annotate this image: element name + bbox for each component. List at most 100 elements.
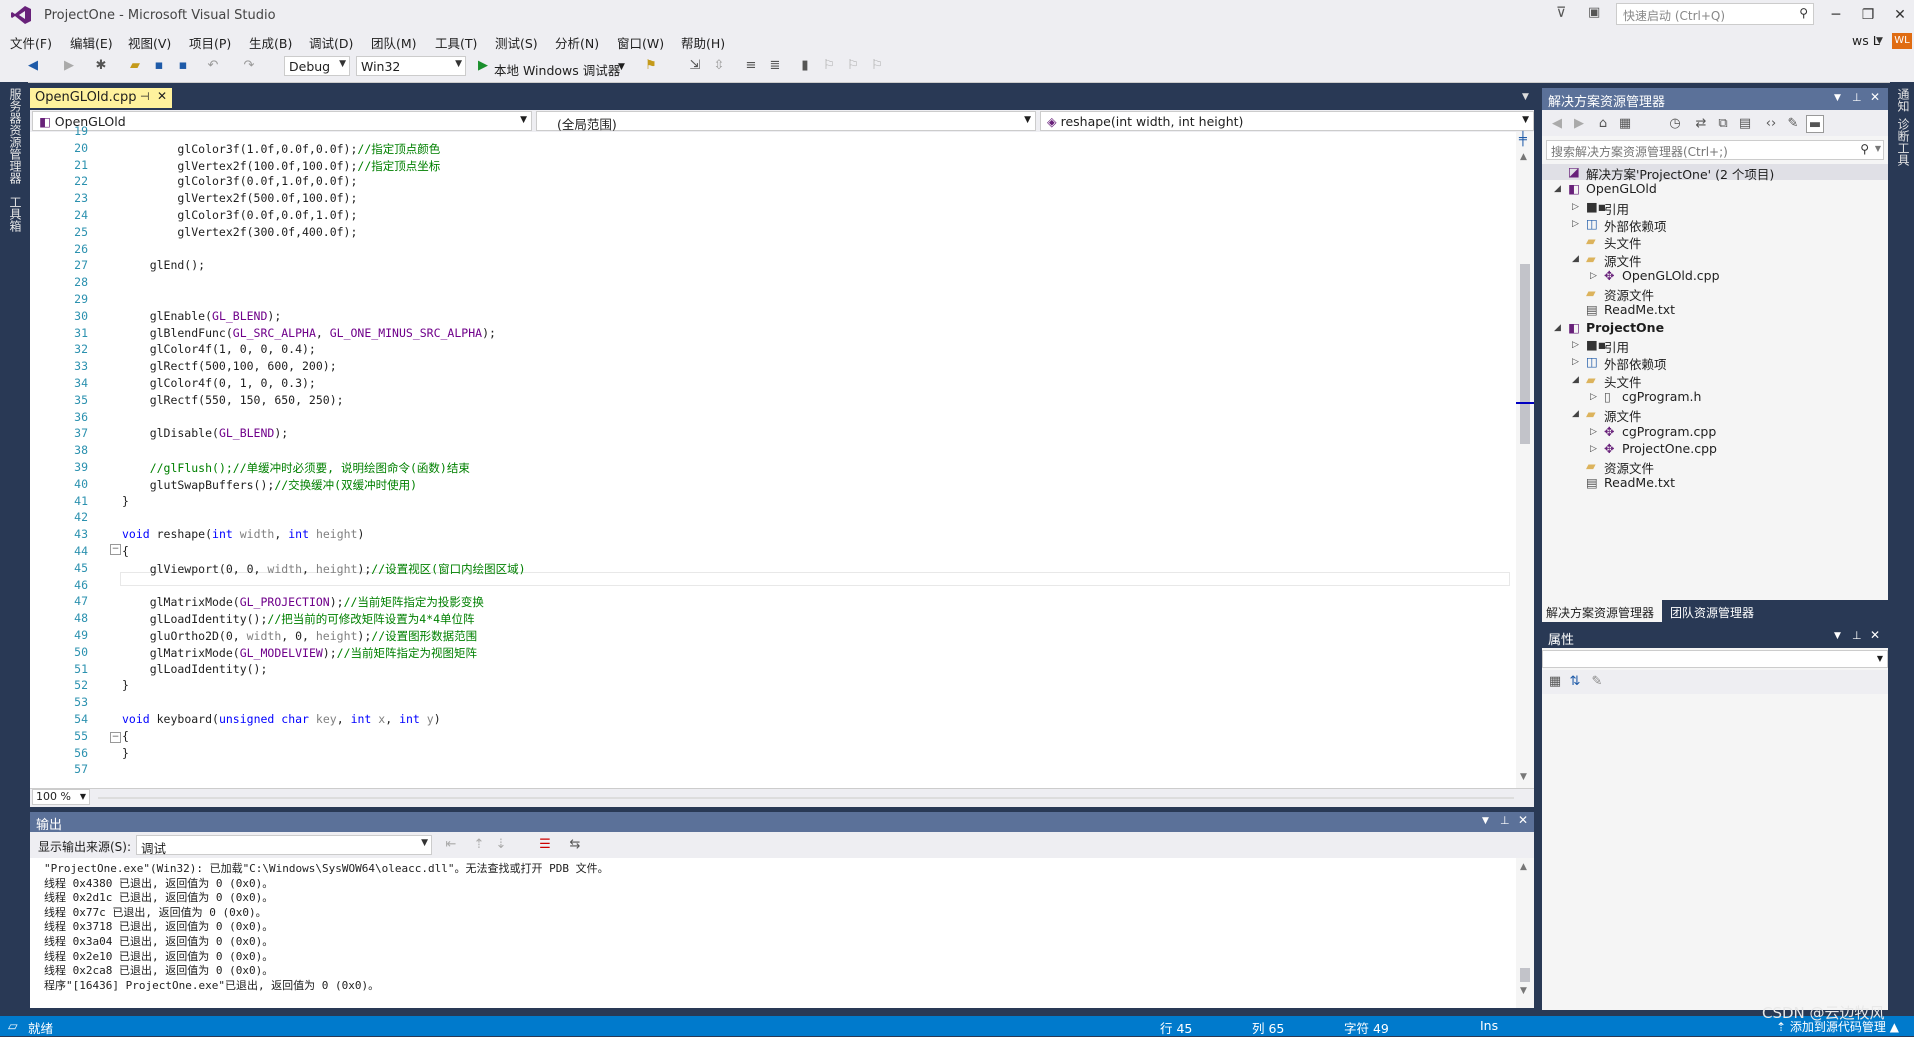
split-icon[interactable]: ╪ <box>1519 132 1527 147</box>
tree-item[interactable]: ◪ 解决方案'ProjectOne' (2 个项目) <box>1542 164 1888 182</box>
collapsed-arrow-icon[interactable]: ▷ <box>1590 271 1597 281</box>
clear-bookmarks-icon[interactable]: ⚐ <box>868 57 886 75</box>
window-position-icon[interactable]: ▼ <box>1834 631 1841 641</box>
collapsed-arrow-icon[interactable]: ▷ <box>1572 219 1579 229</box>
member-dropdown[interactable]: ◈ reshape(int width, int height) ▼ <box>1040 111 1534 131</box>
solution-search-input[interactable]: 搜索解决方案资源管理器(Ctrl+;) ⚲ ▼ <box>1546 140 1884 160</box>
tree-item[interactable]: ◢ ◧ ProjectOne <box>1542 320 1888 336</box>
collapsed-arrow-icon[interactable]: ▷ <box>1572 357 1579 367</box>
code-editor[interactable]: 19 20 21 22 23 24 25 26 27 28 29 30 31 32 33 34 35 36 37 38… <box>30 124 1534 788</box>
word-wrap-icon[interactable]: ⇆ <box>566 836 584 854</box>
editor-vertical-scrollbar[interactable]: ╪ ▲ ▼ <box>1516 132 1534 788</box>
redo-icon[interactable]: ↷ <box>240 57 258 75</box>
pin-icon[interactable]: ⊥ <box>1500 814 1510 827</box>
close-button[interactable]: ✕ <box>1886 4 1914 26</box>
next-message-icon[interactable]: ⇣ <box>492 836 510 854</box>
preview-selected-icon[interactable]: ▬ <box>1806 115 1824 133</box>
clear-all-icon[interactable]: ☰ <box>536 836 554 854</box>
new-project-icon[interactable]: ✱ <box>92 57 110 75</box>
project-dropdown[interactable]: ◧ OpenGLOld ▼ <box>32 111 532 131</box>
tab-solution-explorer[interactable]: 解决方案资源管理器 <box>1542 600 1662 622</box>
save-icon[interactable]: ▪ <box>150 57 168 75</box>
save-all-icon[interactable]: ▪ <box>174 57 192 75</box>
source-control-button[interactable]: ⇡ 添加到源代码管理 ▲ <box>1776 1018 1899 1035</box>
notifications-tab[interactable]: 通知 <box>1895 88 1912 112</box>
browser-link-icon[interactable]: ⚑ <box>642 57 660 75</box>
bookmark-icon[interactable]: ▮ <box>796 57 814 75</box>
collapse-icon[interactable]: − <box>110 544 121 555</box>
tree-item[interactable]: ▰ 头文件 <box>1542 233 1888 251</box>
user-dropdown-icon[interactable]: ▼ <box>1876 36 1883 46</box>
zoom-select[interactable]: 100 % ▼ <box>32 789 90 805</box>
tab-team-explorer[interactable]: 团队资源管理器 <box>1666 600 1776 622</box>
expanded-arrow-icon[interactable]: ◢ <box>1572 254 1579 264</box>
collapsed-arrow-icon[interactable]: ▷ <box>1590 444 1597 454</box>
close-icon[interactable]: ✕ <box>1870 628 1880 642</box>
pin-icon[interactable]: ⊣ <box>140 90 150 103</box>
toolbox-tab[interactable]: 工具箱 <box>7 196 24 232</box>
scroll-thumb[interactable] <box>1520 264 1530 444</box>
collapsed-arrow-icon[interactable]: ▷ <box>1572 340 1579 350</box>
chevron-down-icon[interactable]: ▼ <box>618 62 625 72</box>
menu-test[interactable]: 测试(S) <box>495 33 538 52</box>
collapsed-arrow-icon[interactable]: ▷ <box>1572 202 1579 212</box>
uncomment-icon[interactable]: ≣ <box>766 57 784 75</box>
start-debugger-button[interactable]: 本地 Windows 调试器 <box>494 60 620 79</box>
window-position-icon[interactable]: ▼ <box>1482 816 1489 826</box>
tree-item[interactable]: ▷ ▯ cgProgram.h <box>1542 389 1888 405</box>
minimize-button[interactable]: ─ <box>1822 4 1850 26</box>
scroll-down-icon[interactable]: ▼ <box>1520 986 1527 996</box>
menu-analyze[interactable]: 分析(N) <box>555 33 599 52</box>
horizontal-scrollbar[interactable] <box>98 797 1514 799</box>
home-icon[interactable]: ⌂ <box>1594 115 1612 133</box>
tree-item[interactable]: ▷ ✥ ProjectOne.cpp <box>1542 441 1888 457</box>
solution-platform-select[interactable]: Win32 ▼ <box>356 56 466 76</box>
forward-icon[interactable]: ▶ <box>60 57 78 75</box>
tree-item[interactable]: ▤ ReadMe.txt <box>1542 302 1888 318</box>
properties-icon[interactable]: ✎ <box>1784 115 1802 133</box>
tree-item[interactable]: ▰ 资源文件 <box>1542 458 1888 476</box>
scroll-up-icon[interactable]: ▲ <box>1520 862 1527 872</box>
start-debugging-icon[interactable]: ▶ <box>474 57 492 75</box>
server-explorer-tab[interactable]: 服务器资源管理器 <box>7 88 24 184</box>
next-bookmark-icon[interactable]: ⚐ <box>844 57 862 75</box>
tab-opengl-old-cpp[interactable]: OpenGLOld.cpp ⊣ ✕ <box>30 88 172 108</box>
expanded-arrow-icon[interactable]: ◢ <box>1572 375 1579 385</box>
close-icon[interactable]: ✕ <box>1870 90 1880 104</box>
alphabetical-icon[interactable]: ⇅ <box>1566 673 1584 691</box>
collapse-icon[interactable]: − <box>110 732 121 743</box>
sync-icon[interactable]: ⇄ <box>1692 115 1710 133</box>
tree-item[interactable]: ◢ ▰ 头文件 <box>1542 372 1888 390</box>
back-icon[interactable]: ◀ <box>24 57 42 75</box>
quick-launch-input[interactable]: 快速启动 (Ctrl+Q) ⚲ <box>1616 3 1814 25</box>
forward-icon[interactable]: ▶ <box>1570 115 1588 133</box>
scroll-up-icon[interactable]: ▲ <box>1520 152 1527 162</box>
collapse-all-icon[interactable]: ⧉ <box>1714 115 1732 133</box>
collapsed-arrow-icon[interactable]: ▷ <box>1590 427 1597 437</box>
feedback-icon[interactable]: ▣ <box>1588 5 1600 20</box>
expanded-arrow-icon[interactable]: ◢ <box>1572 409 1579 419</box>
pin-icon[interactable]: ⊥ <box>1852 91 1862 104</box>
close-tab-icon[interactable]: ✕ <box>157 89 167 103</box>
undo-icon[interactable]: ↶ <box>204 57 222 75</box>
restore-button[interactable]: ❐ <box>1854 4 1882 26</box>
menu-team[interactable]: 团队(M) <box>371 33 417 52</box>
diagnostic-tools-tab[interactable]: 诊断工具 <box>1895 118 1912 166</box>
tab-overflow-icon[interactable]: ▼ <box>1522 92 1529 102</box>
output-vertical-scrollbar[interactable]: ▲ ▼ <box>1516 858 1534 1008</box>
tree-item[interactable]: ▷ ■▪ 引用 <box>1542 199 1888 217</box>
previous-bookmark-icon[interactable]: ⚐ <box>820 57 838 75</box>
categorized-icon[interactable]: ▦ <box>1546 673 1564 691</box>
open-file-icon[interactable]: ▰ <box>126 57 144 75</box>
previous-message-icon[interactable]: ⇡ <box>470 836 488 854</box>
show-all-files-icon[interactable]: ▤ <box>1736 115 1754 133</box>
menu-tools[interactable]: 工具(T) <box>435 33 477 52</box>
view-code-icon[interactable]: ‹› <box>1762 115 1780 133</box>
scroll-thumb[interactable] <box>1520 968 1530 982</box>
step-into-icon[interactable]: ⇲ <box>686 57 704 75</box>
back-icon[interactable]: ◀ <box>1548 115 1566 133</box>
menu-file[interactable]: 文件(F) <box>10 33 52 52</box>
solution-config-select[interactable]: Debug ▼ <box>284 56 350 76</box>
menu-view[interactable]: 视图(V) <box>128 33 171 52</box>
window-position-icon[interactable]: ▼ <box>1834 93 1841 103</box>
